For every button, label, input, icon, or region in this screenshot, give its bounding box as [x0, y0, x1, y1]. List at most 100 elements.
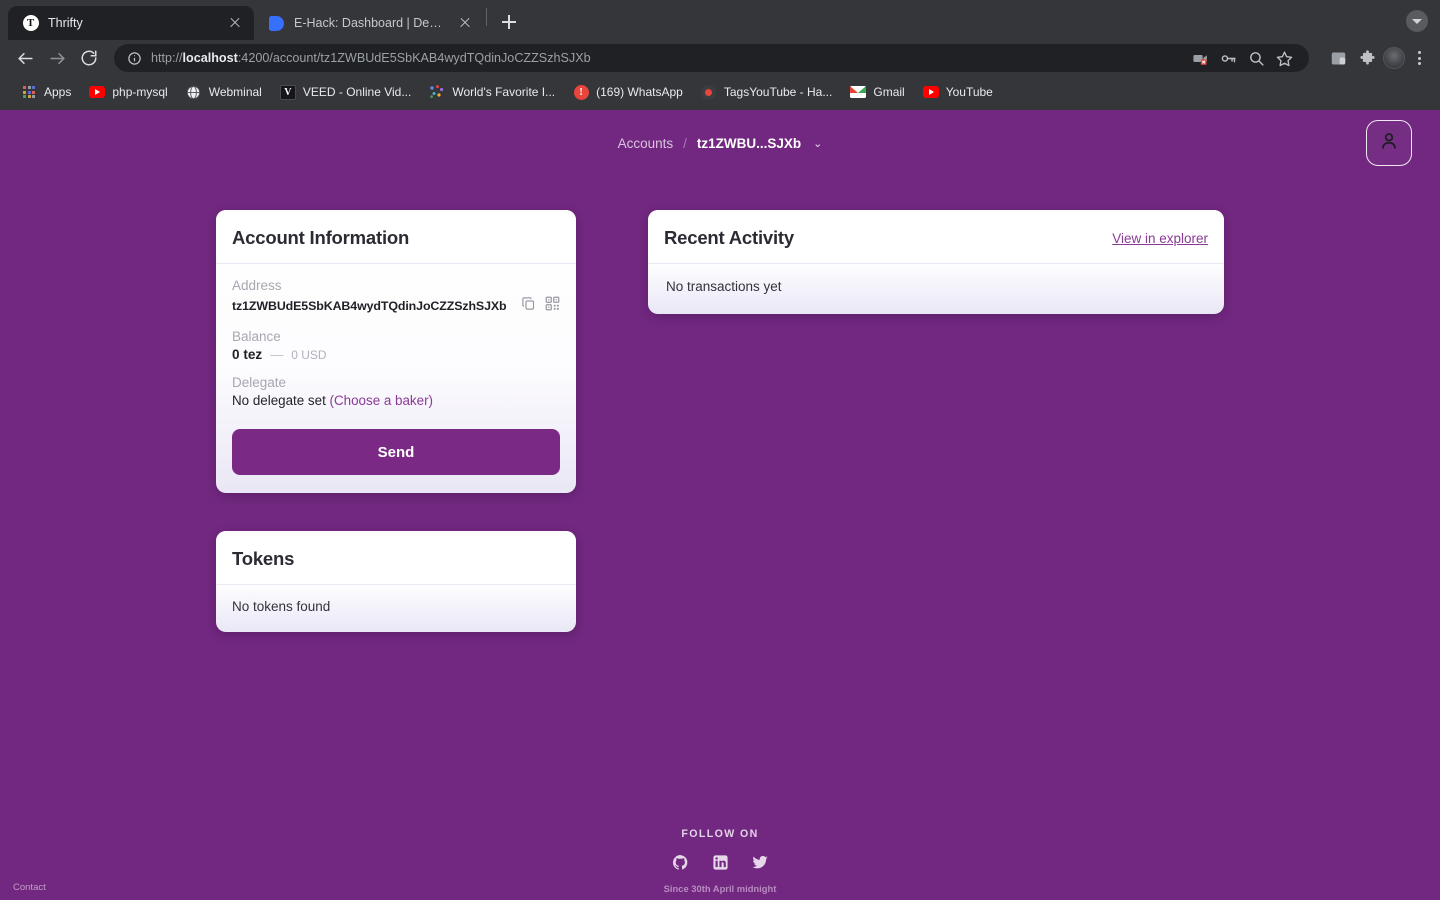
bookmark-webminal[interactable]: Webminal [177, 80, 271, 104]
delegate-status-row: No delegate set (Choose a baker) [232, 393, 560, 408]
globe-icon [186, 84, 202, 100]
bookmark-apps[interactable]: Apps [12, 80, 80, 104]
card-title: Recent Activity [664, 227, 794, 248]
browser-tab-thrifty[interactable]: T Thrifty [8, 6, 254, 40]
browser-toolbar: http://localhost:4200/account/tz1ZWBUdE5… [0, 40, 1440, 76]
bookmark-tagsyoutube[interactable]: TagsYouTube - Ha... [692, 80, 842, 104]
window-controls-button[interactable] [1406, 10, 1428, 32]
close-icon[interactable] [456, 14, 474, 32]
dots-cluster-icon [429, 84, 445, 100]
delegate-status-text: No delegate set [232, 393, 330, 408]
breadcrumb-accounts-link[interactable]: Accounts [618, 136, 674, 151]
send-button[interactable]: Send [232, 429, 560, 475]
card-header: Account Information [216, 210, 576, 264]
address-bar[interactable]: http://localhost:4200/account/tz1ZWBUdE5… [114, 44, 1309, 72]
url-text: http://localhost:4200/account/tz1ZWBUdE5… [151, 51, 591, 65]
delegate-group: Delegate No delegate set (Choose a baker… [232, 375, 560, 408]
person-icon [1378, 130, 1400, 157]
address-group: Address tz1ZWBUdE5SbKAB4wydTQdinJoCZZSzh… [232, 278, 560, 316]
address-actions [521, 296, 560, 316]
record-circle-icon [701, 84, 717, 100]
close-icon[interactable] [226, 14, 244, 32]
balance-group: Balance 0 tez — 0 USD [232, 329, 560, 362]
site-info-icon[interactable] [126, 45, 142, 71]
bookmark-label: (169) WhatsApp [596, 85, 683, 99]
omnibox-actions [1179, 45, 1297, 71]
star-icon[interactable] [1271, 45, 1297, 71]
social-links [0, 853, 1440, 871]
card-header: Tokens [216, 531, 576, 585]
card-body: Address tz1ZWBUdE5SbKAB4wydTQdinJoCZZSzh… [216, 264, 576, 493]
apps-grid-icon [21, 84, 37, 100]
left-column: Account Information Address tz1ZWBUdE5Sb… [216, 210, 576, 632]
bookmark-whatsapp[interactable]: ! (169) WhatsApp [564, 80, 692, 104]
recent-activity-card: Recent Activity View in explorer No tran… [648, 210, 1224, 314]
view-in-explorer-link[interactable]: View in explorer [1112, 231, 1208, 246]
bookmark-label: Gmail [873, 85, 905, 99]
balance-usd-value: 0 USD [291, 348, 327, 362]
browser-tab-devfolio[interactable]: E-Hack: Dashboard | Devfolio [254, 6, 484, 40]
extensions-puzzle-icon[interactable] [1354, 45, 1380, 71]
search-icon[interactable] [1243, 45, 1269, 71]
bookmark-gmail[interactable]: Gmail [841, 80, 913, 104]
profile-avatar-icon[interactable] [1383, 47, 1405, 69]
chevron-down-icon[interactable]: ⌄ [813, 137, 822, 150]
balance-label: Balance [232, 329, 281, 344]
right-column: Recent Activity View in explorer No tran… [648, 210, 1224, 314]
back-icon[interactable] [10, 43, 40, 73]
page-header: Accounts / tz1ZWBU...SJXb ⌄ [0, 110, 1440, 176]
browser-chrome: T Thrifty E-Hack: Dashboard | Devfolio h… [0, 0, 1440, 110]
side-panel-icon[interactable] [1325, 45, 1351, 71]
reload-icon[interactable] [74, 43, 104, 73]
linkedin-icon[interactable] [711, 853, 729, 871]
activity-empty-message: No transactions yet [666, 279, 782, 294]
veed-icon: V [279, 84, 296, 100]
bookmark-label: Webminal [208, 85, 262, 99]
copy-icon[interactable] [521, 296, 536, 316]
since-label: Since 30th April midnight [663, 883, 777, 894]
tab-divider [486, 7, 487, 26]
youtube-icon [922, 84, 939, 100]
card-body: No tokens found [216, 585, 576, 632]
camera-blocked-icon[interactable] [1187, 45, 1213, 71]
breadcrumb: Accounts / tz1ZWBU...SJXb ⌄ [618, 136, 823, 151]
delegate-label: Delegate [232, 375, 287, 390]
bookmark-label: Apps [44, 85, 72, 99]
tab-title: Thrifty [48, 16, 83, 30]
main-content: Account Information Address tz1ZWBUdE5Sb… [0, 176, 1440, 632]
qr-code-icon[interactable] [545, 296, 560, 316]
card-title: Account Information [232, 227, 410, 248]
github-icon[interactable] [671, 853, 689, 871]
new-tab-button[interactable] [495, 8, 523, 36]
bookmark-label: YouTube [945, 85, 993, 99]
breadcrumb-current-account[interactable]: tz1ZWBU...SJXb [697, 136, 801, 151]
bookmark-label: TagsYouTube - Ha... [723, 85, 833, 99]
bookmark-php-mysql[interactable]: php-mysql [80, 80, 176, 104]
key-icon[interactable] [1215, 45, 1241, 71]
bookmark-veed[interactable]: V VEED - Online Vid... [271, 80, 421, 104]
balance-value: 0 tez [232, 347, 263, 362]
profile-button[interactable] [1366, 120, 1412, 166]
tokens-card: Tokens No tokens found [216, 531, 576, 632]
gmail-icon [850, 84, 867, 100]
tokens-empty-message: No tokens found [232, 599, 331, 614]
kebab-menu-icon[interactable] [1408, 45, 1430, 71]
footer-center: FOLLOW ON Since 30th April midnight [0, 808, 1440, 894]
address-row: tz1ZWBUdE5SbKAB4wydTQdinJoCZZSzhSJXb [232, 296, 560, 316]
tab-strip: T Thrifty E-Hack: Dashboard | Devfolio [0, 0, 1440, 40]
bookmark-youtube[interactable]: YouTube [914, 80, 1002, 104]
account-information-card: Account Information Address tz1ZWBUdE5Sb… [216, 210, 576, 493]
contact-link[interactable]: Contact [13, 882, 46, 893]
tab-title: E-Hack: Dashboard | Devfolio [294, 16, 447, 30]
card-body: No transactions yet [648, 264, 1224, 314]
bookmark-label: php-mysql [112, 85, 168, 99]
forward-icon[interactable] [42, 43, 72, 73]
devfolio-icon [268, 15, 285, 32]
toolbar-right-icons [1319, 45, 1430, 71]
bookmark-worlds-favorite[interactable]: World's Favorite I... [420, 80, 564, 104]
choose-a-baker-link[interactable]: (Choose a baker) [330, 393, 433, 408]
bookmarks-bar: Apps php-mysql Webminal V VEED - Online … [0, 76, 1440, 108]
twitter-icon[interactable] [751, 853, 769, 871]
breadcrumb-separator: / [683, 135, 687, 151]
balance-separator: — [270, 347, 284, 362]
